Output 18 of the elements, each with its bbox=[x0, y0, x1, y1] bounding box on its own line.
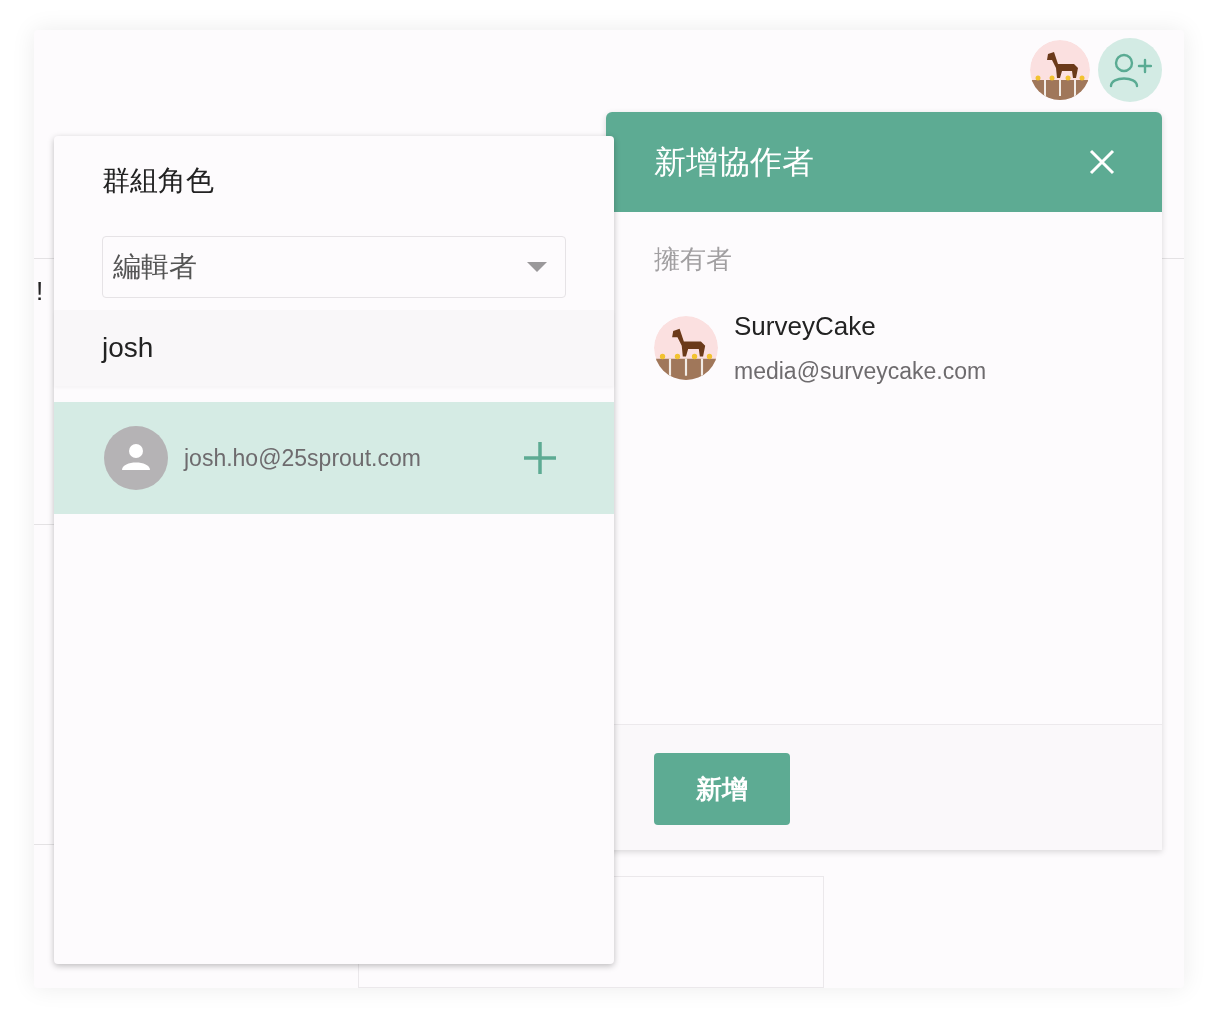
section-label: 擁有者 bbox=[654, 243, 733, 276]
dropdown-caret-icon bbox=[527, 262, 547, 272]
result-email: josh.ho@25sprout.com bbox=[184, 443, 422, 473]
add-button[interactable] bbox=[522, 440, 558, 476]
owner-name: SurveyCake bbox=[734, 310, 877, 343]
horse-avatar bbox=[1030, 40, 1090, 100]
search-field[interactable]: josh bbox=[54, 310, 614, 386]
dialog-title: 新增協作者 bbox=[654, 143, 814, 182]
add-user-icon bbox=[1108, 52, 1152, 88]
horse-avatar bbox=[654, 315, 718, 380]
owner-email: media@surveycake.com bbox=[734, 357, 987, 386]
plus-icon bbox=[523, 441, 557, 475]
role-label: 群組角色 bbox=[102, 164, 215, 198]
role-select[interactable]: 編輯者 bbox=[102, 236, 566, 298]
background-text: ! bbox=[36, 276, 45, 306]
user-avatar-icon bbox=[104, 426, 168, 490]
result-row[interactable]: josh.ho@25sprout.com bbox=[54, 402, 614, 514]
close-icon bbox=[1089, 149, 1115, 175]
